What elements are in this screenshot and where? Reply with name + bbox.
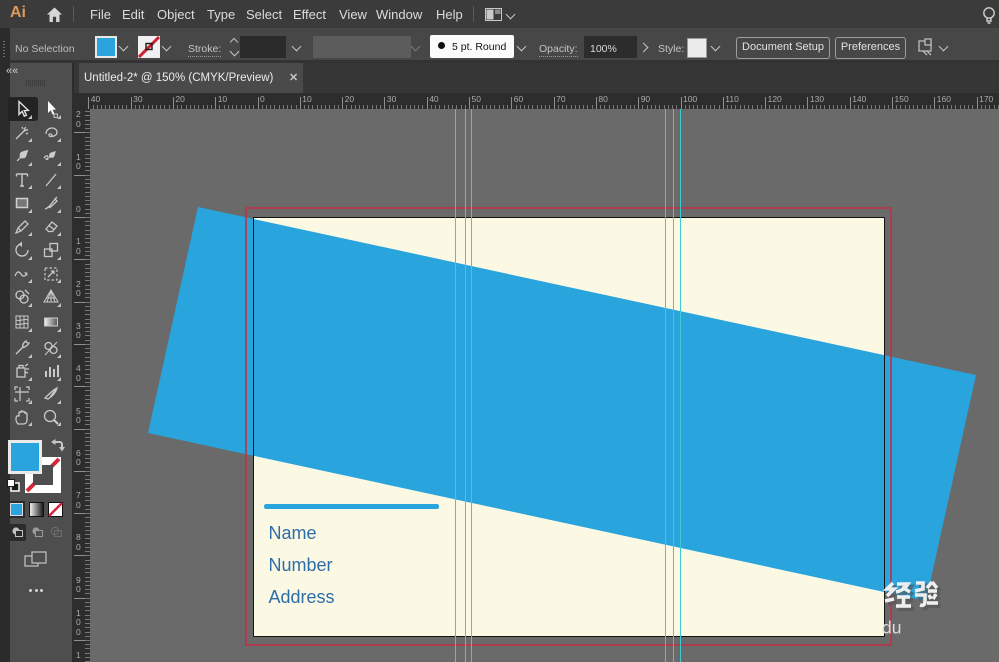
svg-text:du: du [882,618,901,638]
